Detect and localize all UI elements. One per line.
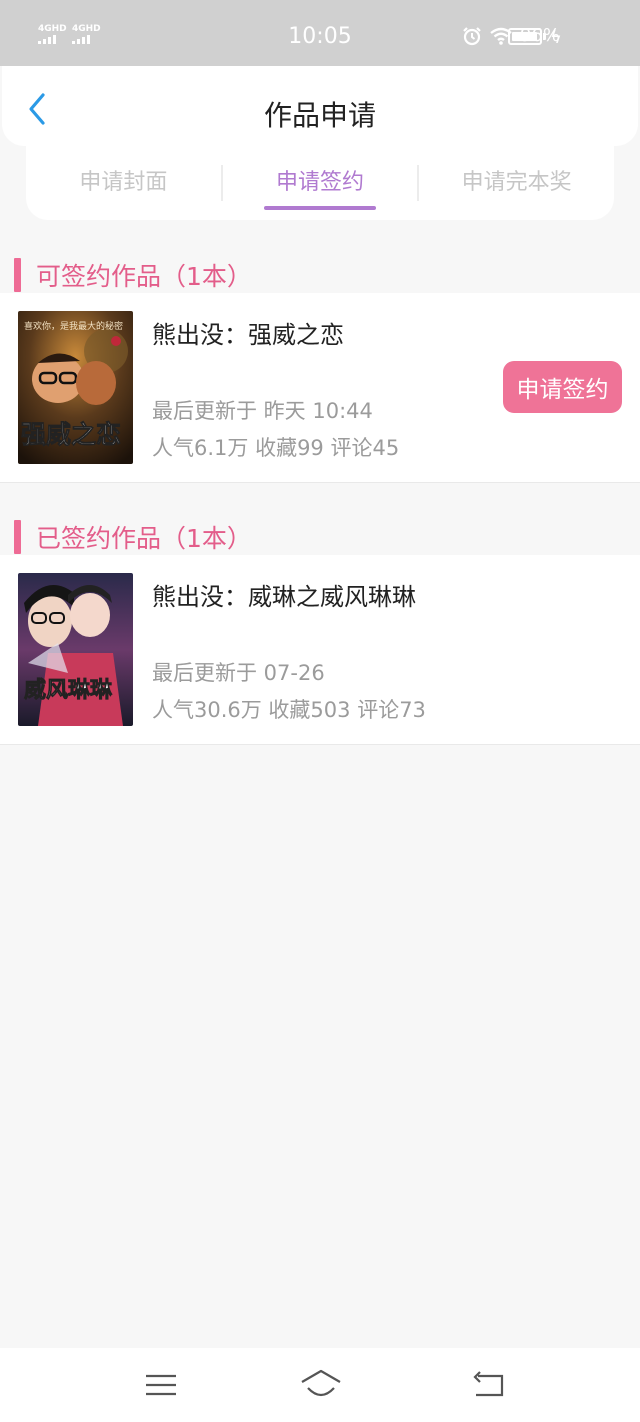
cover-title-text: 威风琳琳 bbox=[24, 677, 113, 703]
tab-apply-contract[interactable]: 申请签约 bbox=[223, 146, 418, 220]
section-title-signable: 可签约作品（1本） bbox=[14, 257, 252, 293]
section-title-label: 已签约作品（1本） bbox=[36, 524, 252, 553]
app-header: 作品申请 bbox=[2, 66, 638, 146]
section-marker bbox=[14, 520, 21, 554]
section-title-label: 可签约作品（1本） bbox=[36, 262, 252, 291]
book-stats: 人气30.6万 收藏503 评论73 bbox=[152, 698, 426, 722]
back-icon[interactable] bbox=[470, 1368, 510, 1402]
book-title[interactable]: 熊出没：强威之恋 bbox=[152, 315, 344, 350]
tab-apply-cover[interactable]: 申请封面 bbox=[26, 146, 221, 220]
battery-level bbox=[512, 32, 537, 41]
book-card-signable[interactable]: 喜欢你，是我最大的秘密 强威之恋 熊出没：强威之恋 最后更新于 昨天 10:44… bbox=[0, 293, 640, 483]
book-cover[interactable]: 威风琳琳 bbox=[18, 573, 133, 726]
section-marker bbox=[14, 258, 21, 292]
system-navigation-bar bbox=[0, 1348, 640, 1422]
cover-title-text: 强威之恋 bbox=[21, 420, 121, 449]
alarm-icon bbox=[463, 26, 481, 45]
charging-icon: ϟ bbox=[550, 27, 562, 48]
menu-icon[interactable] bbox=[141, 1368, 181, 1402]
battery-cap bbox=[543, 33, 546, 40]
book-title[interactable]: 熊出没：威琳之威风琳琳 bbox=[152, 577, 416, 612]
status-bar: 4GHD 4GHD 10:05 96% ϟ bbox=[0, 0, 640, 66]
book-cover[interactable]: 喜欢你，是我最大的秘密 强威之恋 bbox=[18, 311, 133, 464]
home-icon[interactable] bbox=[299, 1368, 343, 1402]
apply-contract-button[interactable]: 申请签约 bbox=[503, 361, 622, 413]
book-stats: 人气6.1万 收藏99 评论45 bbox=[152, 436, 400, 460]
section-title-signed: 已签约作品（1本） bbox=[14, 519, 252, 555]
cover-small-text: 喜欢你，是我最大的秘密 bbox=[24, 320, 123, 332]
battery-icon bbox=[508, 28, 542, 45]
tab-apply-completion-award[interactable]: 申请完本奖 bbox=[419, 146, 614, 220]
book-updated: 最后更新于 07-26 bbox=[152, 661, 325, 685]
page-title: 作品申请 bbox=[263, 99, 376, 132]
tab-bar: 申请封面 申请签约 申请完本奖 bbox=[26, 146, 614, 220]
book-updated: 最后更新于 昨天 10:44 bbox=[152, 399, 373, 423]
book-card-signed[interactable]: 威风琳琳 熊出没：威琳之威风琳琳 最后更新于 07-26 人气30.6万 收藏5… bbox=[0, 555, 640, 745]
